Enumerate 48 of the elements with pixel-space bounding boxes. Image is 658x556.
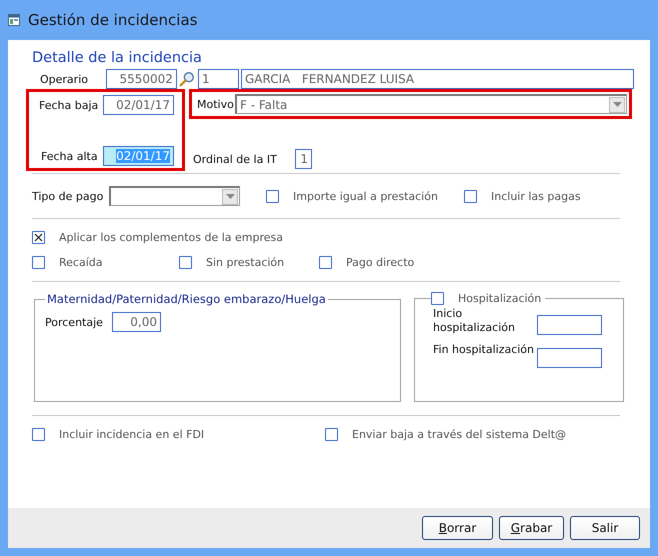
checkbox[interactable] bbox=[32, 256, 45, 269]
field-label: Porcentaje bbox=[45, 316, 104, 328]
checkbox[interactable] bbox=[266, 190, 279, 202]
input-field[interactable]: 0,00 bbox=[112, 312, 161, 332]
search-icon[interactable] bbox=[178, 70, 195, 88]
dialog-button[interactable]: Grabar bbox=[499, 516, 564, 540]
checkbox[interactable] bbox=[32, 428, 45, 441]
input-field[interactable]: 5550002 bbox=[106, 69, 177, 89]
dialog-button[interactable]: Borrar bbox=[422, 516, 493, 540]
motivo-dropdown[interactable]: F - Falta bbox=[235, 94, 627, 114]
field-label: Motivo bbox=[196, 98, 235, 110]
checkbox-label: Recaída bbox=[59, 256, 102, 269]
checkbox[interactable] bbox=[464, 190, 477, 202]
checkbox[interactable] bbox=[32, 231, 45, 244]
input-field[interactable] bbox=[537, 348, 602, 368]
section-title: Detalle de la incidencia bbox=[32, 50, 203, 66]
dialog-button[interactable]: Salir bbox=[570, 516, 640, 540]
checkbox[interactable] bbox=[179, 256, 192, 269]
field-label: Tipo de pago bbox=[32, 190, 104, 202]
window-icon bbox=[8, 14, 20, 26]
field-label: Operario bbox=[39, 72, 89, 86]
input-field[interactable] bbox=[537, 315, 602, 335]
window-title: Gestión de incidencias bbox=[28, 11, 198, 29]
checkbox[interactable] bbox=[319, 256, 332, 269]
input-field[interactable]: GARCIA FERNANDEZ LUISA bbox=[241, 69, 634, 89]
input-field[interactable]: 02/01/17 bbox=[103, 146, 174, 166]
checkbox[interactable] bbox=[325, 428, 338, 441]
input-field[interactable]: 1 bbox=[295, 149, 312, 169]
checkbox-label: Importe igual a prestación bbox=[293, 190, 438, 202]
tipo-pago-dropdown[interactable] bbox=[109, 186, 240, 206]
input-field[interactable]: 02/01/17 bbox=[103, 95, 174, 115]
checkbox-label: Sin prestación bbox=[206, 256, 284, 269]
checkbox-label: Incluir incidencia en el FDI bbox=[59, 428, 204, 441]
checkbox-label: Incluir las pagas bbox=[491, 190, 581, 202]
group-title: Maternidad/Paternidad/Riesgo embarazo/Huelga bbox=[46, 292, 327, 306]
field-label: Inicio hospitalización bbox=[433, 307, 516, 335]
checkbox-label: Enviar baja a través del sistema Delt@ bbox=[352, 428, 566, 441]
input-field[interactable]: 1 bbox=[198, 69, 239, 89]
field-label: Fecha baja bbox=[38, 98, 100, 112]
field-label: Ordinal de la IT bbox=[192, 152, 278, 166]
caret-icon[interactable] bbox=[612, 102, 622, 107]
field-label: Fecha alta bbox=[40, 150, 99, 162]
checkbox[interactable] bbox=[431, 292, 444, 305]
checkbox-label: Hospitalización bbox=[458, 292, 542, 305]
field-label: Fin hospitalización bbox=[433, 343, 536, 356]
checkbox-label: Aplicar los complementos de la empresa bbox=[59, 231, 283, 244]
checkbox-label: Pago directo bbox=[346, 256, 414, 269]
caret-icon[interactable] bbox=[226, 194, 234, 199]
